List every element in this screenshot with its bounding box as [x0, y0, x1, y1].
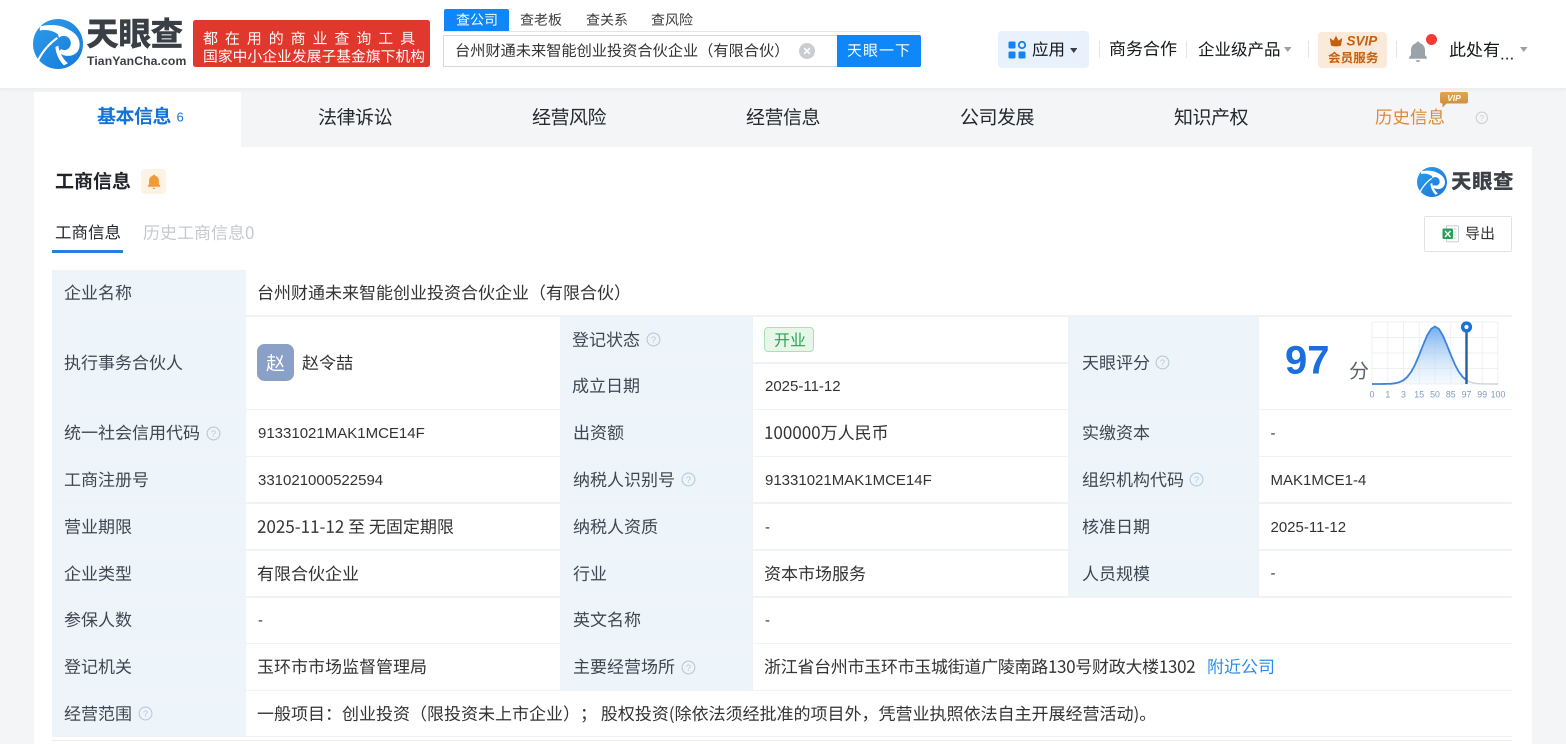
svg-text:3: 3 [1401, 390, 1406, 400]
svg-text:15: 15 [1414, 390, 1424, 400]
svg-text:?: ? [650, 335, 655, 345]
svg-text:99: 99 [1477, 390, 1487, 400]
svg-text:0: 0 [1370, 390, 1375, 400]
svg-text:?: ? [1160, 358, 1165, 368]
svg-text:1: 1 [1385, 390, 1390, 400]
svg-text:?: ? [142, 709, 147, 719]
svg-text:?: ? [210, 428, 215, 438]
svg-text:?: ? [685, 662, 690, 672]
svg-text:?: ? [1479, 113, 1484, 123]
svg-text:?: ? [1194, 475, 1199, 485]
svg-text:50: 50 [1430, 390, 1440, 400]
svg-text:97: 97 [1462, 390, 1472, 400]
svg-text:85: 85 [1446, 390, 1456, 400]
svg-text:100: 100 [1491, 390, 1506, 400]
svg-text:VIP: VIP [1447, 93, 1461, 103]
svg-text:?: ? [685, 475, 690, 485]
